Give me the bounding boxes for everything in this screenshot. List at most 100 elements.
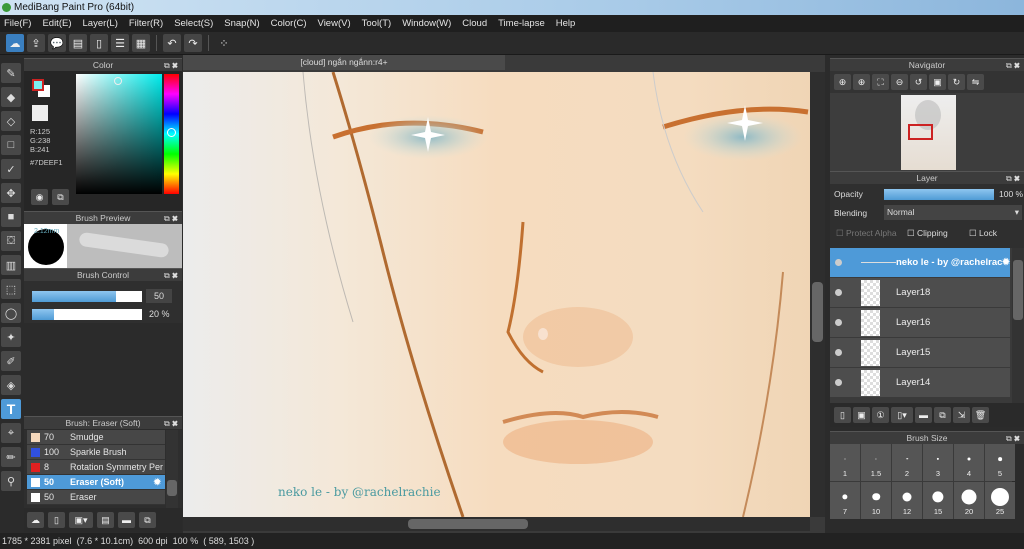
zoom-out-icon[interactable]: ⊖ [891,74,908,90]
menu-item[interactable]: Help [556,15,576,32]
rotate-left-icon[interactable]: ↺ [910,74,927,90]
rotate-right-icon[interactable]: ↻ [948,74,965,90]
new-layer-icon[interactable]: ▯ [834,407,851,423]
brush-size-cell[interactable]: 15 [923,482,953,519]
blending-select[interactable]: Normal ▾ [884,205,1022,220]
brush-size-cell[interactable]: 20 [954,482,984,519]
drawing-canvas[interactable]: neko le - by @rachelrachie [183,72,810,517]
cloud-icon[interactable]: ☁ [6,34,24,52]
layer-folder-icon[interactable]: ▬ [915,407,932,423]
rectangle-tool-icon[interactable]: □ [1,135,21,155]
new-halftone-layer-icon[interactable]: ▣ [853,407,870,423]
visibility-eye-icon[interactable] [835,289,842,296]
selection-eraser-icon[interactable]: ◇ [1,111,21,131]
select-pen-icon[interactable]: ✐ [1,351,21,371]
page-icon[interactable]: ▯ [90,34,108,52]
brush-item[interactable]: 70 Smudge [27,430,165,445]
layer-row[interactable]: neko le - by @rachelrachie✹ [830,248,1010,278]
clipping-checkbox[interactable]: ☐ Clipping [907,228,948,239]
redo-icon[interactable]: ↷ [184,34,202,52]
visibility-eye-icon[interactable] [835,349,842,356]
brush-size-cell[interactable]: 5 [985,444,1015,481]
move-tool-icon[interactable]: ✥ [1,183,21,203]
menu-item[interactable]: Tool(T) [362,15,392,32]
message-icon[interactable]: ▤ [69,34,87,52]
menu-item[interactable]: Snap(N) [224,15,259,32]
panel-close-icon[interactable]: ⧉ ✖ [1006,59,1020,72]
brush-size-cell[interactable]: 1 [830,444,860,481]
color-history-icon[interactable]: ⧉ [52,189,69,205]
menu-item[interactable]: Color(C) [271,15,307,32]
menu-item[interactable]: Cloud [462,15,487,32]
zoom-actual-icon[interactable]: ⊕ [834,74,851,90]
layer-row[interactable]: Layer18 [830,278,1010,308]
flip-icon[interactable]: ⇋ [967,74,984,90]
hue-slider[interactable] [164,74,179,194]
select-eraser-icon[interactable]: ◈ [1,375,21,395]
palette-icon[interactable]: ◉ [31,189,48,205]
new-brush-icon[interactable]: ▯ [48,512,65,528]
share-icon[interactable]: ⇪ [27,34,45,52]
layer-list-scrollbar[interactable] [1012,248,1024,403]
menu-item[interactable]: Edit(E) [42,15,71,32]
magic-wand-icon[interactable]: ✦ [1,327,21,347]
visibility-eye-icon[interactable] [835,319,842,326]
protect-alpha-checkbox[interactable]: ☐ Protect Alpha [836,228,897,239]
eraser-tool-icon[interactable]: ◆ [1,87,21,107]
gradient-icon[interactable]: ▥ [1,255,21,275]
brush-size-cell[interactable]: 4 [954,444,984,481]
grid-icon[interactable]: ▦ [132,34,150,52]
menu-item[interactable]: Layer(L) [83,15,118,32]
fit-icon[interactable]: ⛶ [872,74,889,90]
brush-size-cell[interactable]: 3 [923,444,953,481]
list-icon[interactable]: ☰ [111,34,129,52]
transparent-color-swatch[interactable] [32,105,48,121]
bucket-icon[interactable]: ⛋ [1,231,21,251]
horizontal-scrollbar[interactable] [183,517,810,531]
select-rect-icon[interactable]: ⬚ [1,279,21,299]
saturation-value-picker[interactable] [76,74,162,194]
vertical-scrollbar[interactable] [810,72,825,517]
menu-item[interactable]: Select(S) [174,15,213,32]
brush-size-cell[interactable]: 12 [892,482,922,519]
brush-tool-icon[interactable]: ✎ [1,63,21,83]
duplicate-icon[interactable]: ⧉ [139,512,156,528]
brush-item[interactable]: 100 Sparkle Brush [27,445,165,460]
duplicate-layer-icon[interactable]: ⧉ [934,407,951,423]
lasso-icon[interactable]: ◯ [1,303,21,323]
brush-size-slider[interactable] [32,291,142,302]
delete-layer-icon[interactable]: 🗑 [972,407,989,423]
document-tab[interactable]: [cloud] ngắn ngắnn:r4+ [183,55,505,70]
foreground-color-swatch[interactable] [32,79,44,91]
text-tool-icon[interactable]: T [1,399,21,419]
brush-item[interactable]: 8 Rotation Symmetry Per [27,460,165,475]
divide-tool-icon[interactable]: ✏ [1,447,21,467]
add-brush-dropdown-icon[interactable]: ▣▾ [69,512,93,528]
reset-rotation-icon[interactable]: ▣ [929,74,946,90]
menu-item[interactable]: Window(W) [402,15,451,32]
menu-item[interactable]: Time-lapse [498,15,545,32]
menu-item[interactable]: View(V) [318,15,351,32]
brush-size-cell[interactable]: 2 [892,444,922,481]
lock-checkbox[interactable]: ☐ Lock [969,228,997,239]
layer-opacity-slider[interactable] [884,189,994,200]
navigator-preview[interactable] [830,93,1024,171]
menu-item[interactable]: Filter(R) [129,15,163,32]
eyedropper-icon[interactable]: ⚲ [1,471,21,491]
brush-size-cell[interactable]: 7 [830,482,860,519]
fill-rect-icon[interactable]: ■ [1,207,21,227]
selection-loading-icon[interactable]: ⁘ [215,34,233,52]
merge-layer-icon[interactable]: ⇲ [953,407,970,423]
brush-settings-icon[interactable]: ▤ [97,512,114,528]
undo-icon[interactable]: ↶ [163,34,181,52]
brush-size-value[interactable]: 50 [146,289,172,303]
zoom-in-icon[interactable]: ⊕ [853,74,870,90]
brush-item[interactable]: 50 Eraser (Soft) ✹ [27,475,165,490]
brush-list-scrollbar[interactable] [166,430,178,508]
add-layer-dropdown-icon[interactable]: ▯▾ [891,407,913,423]
brush-opacity-slider[interactable] [32,309,142,320]
gear-icon[interactable]: ✹ [153,477,161,488]
layer-row[interactable]: Layer16 [830,308,1010,338]
folder-icon[interactable]: ▬ [118,512,135,528]
layer-row[interactable]: Layer14 [830,368,1010,398]
